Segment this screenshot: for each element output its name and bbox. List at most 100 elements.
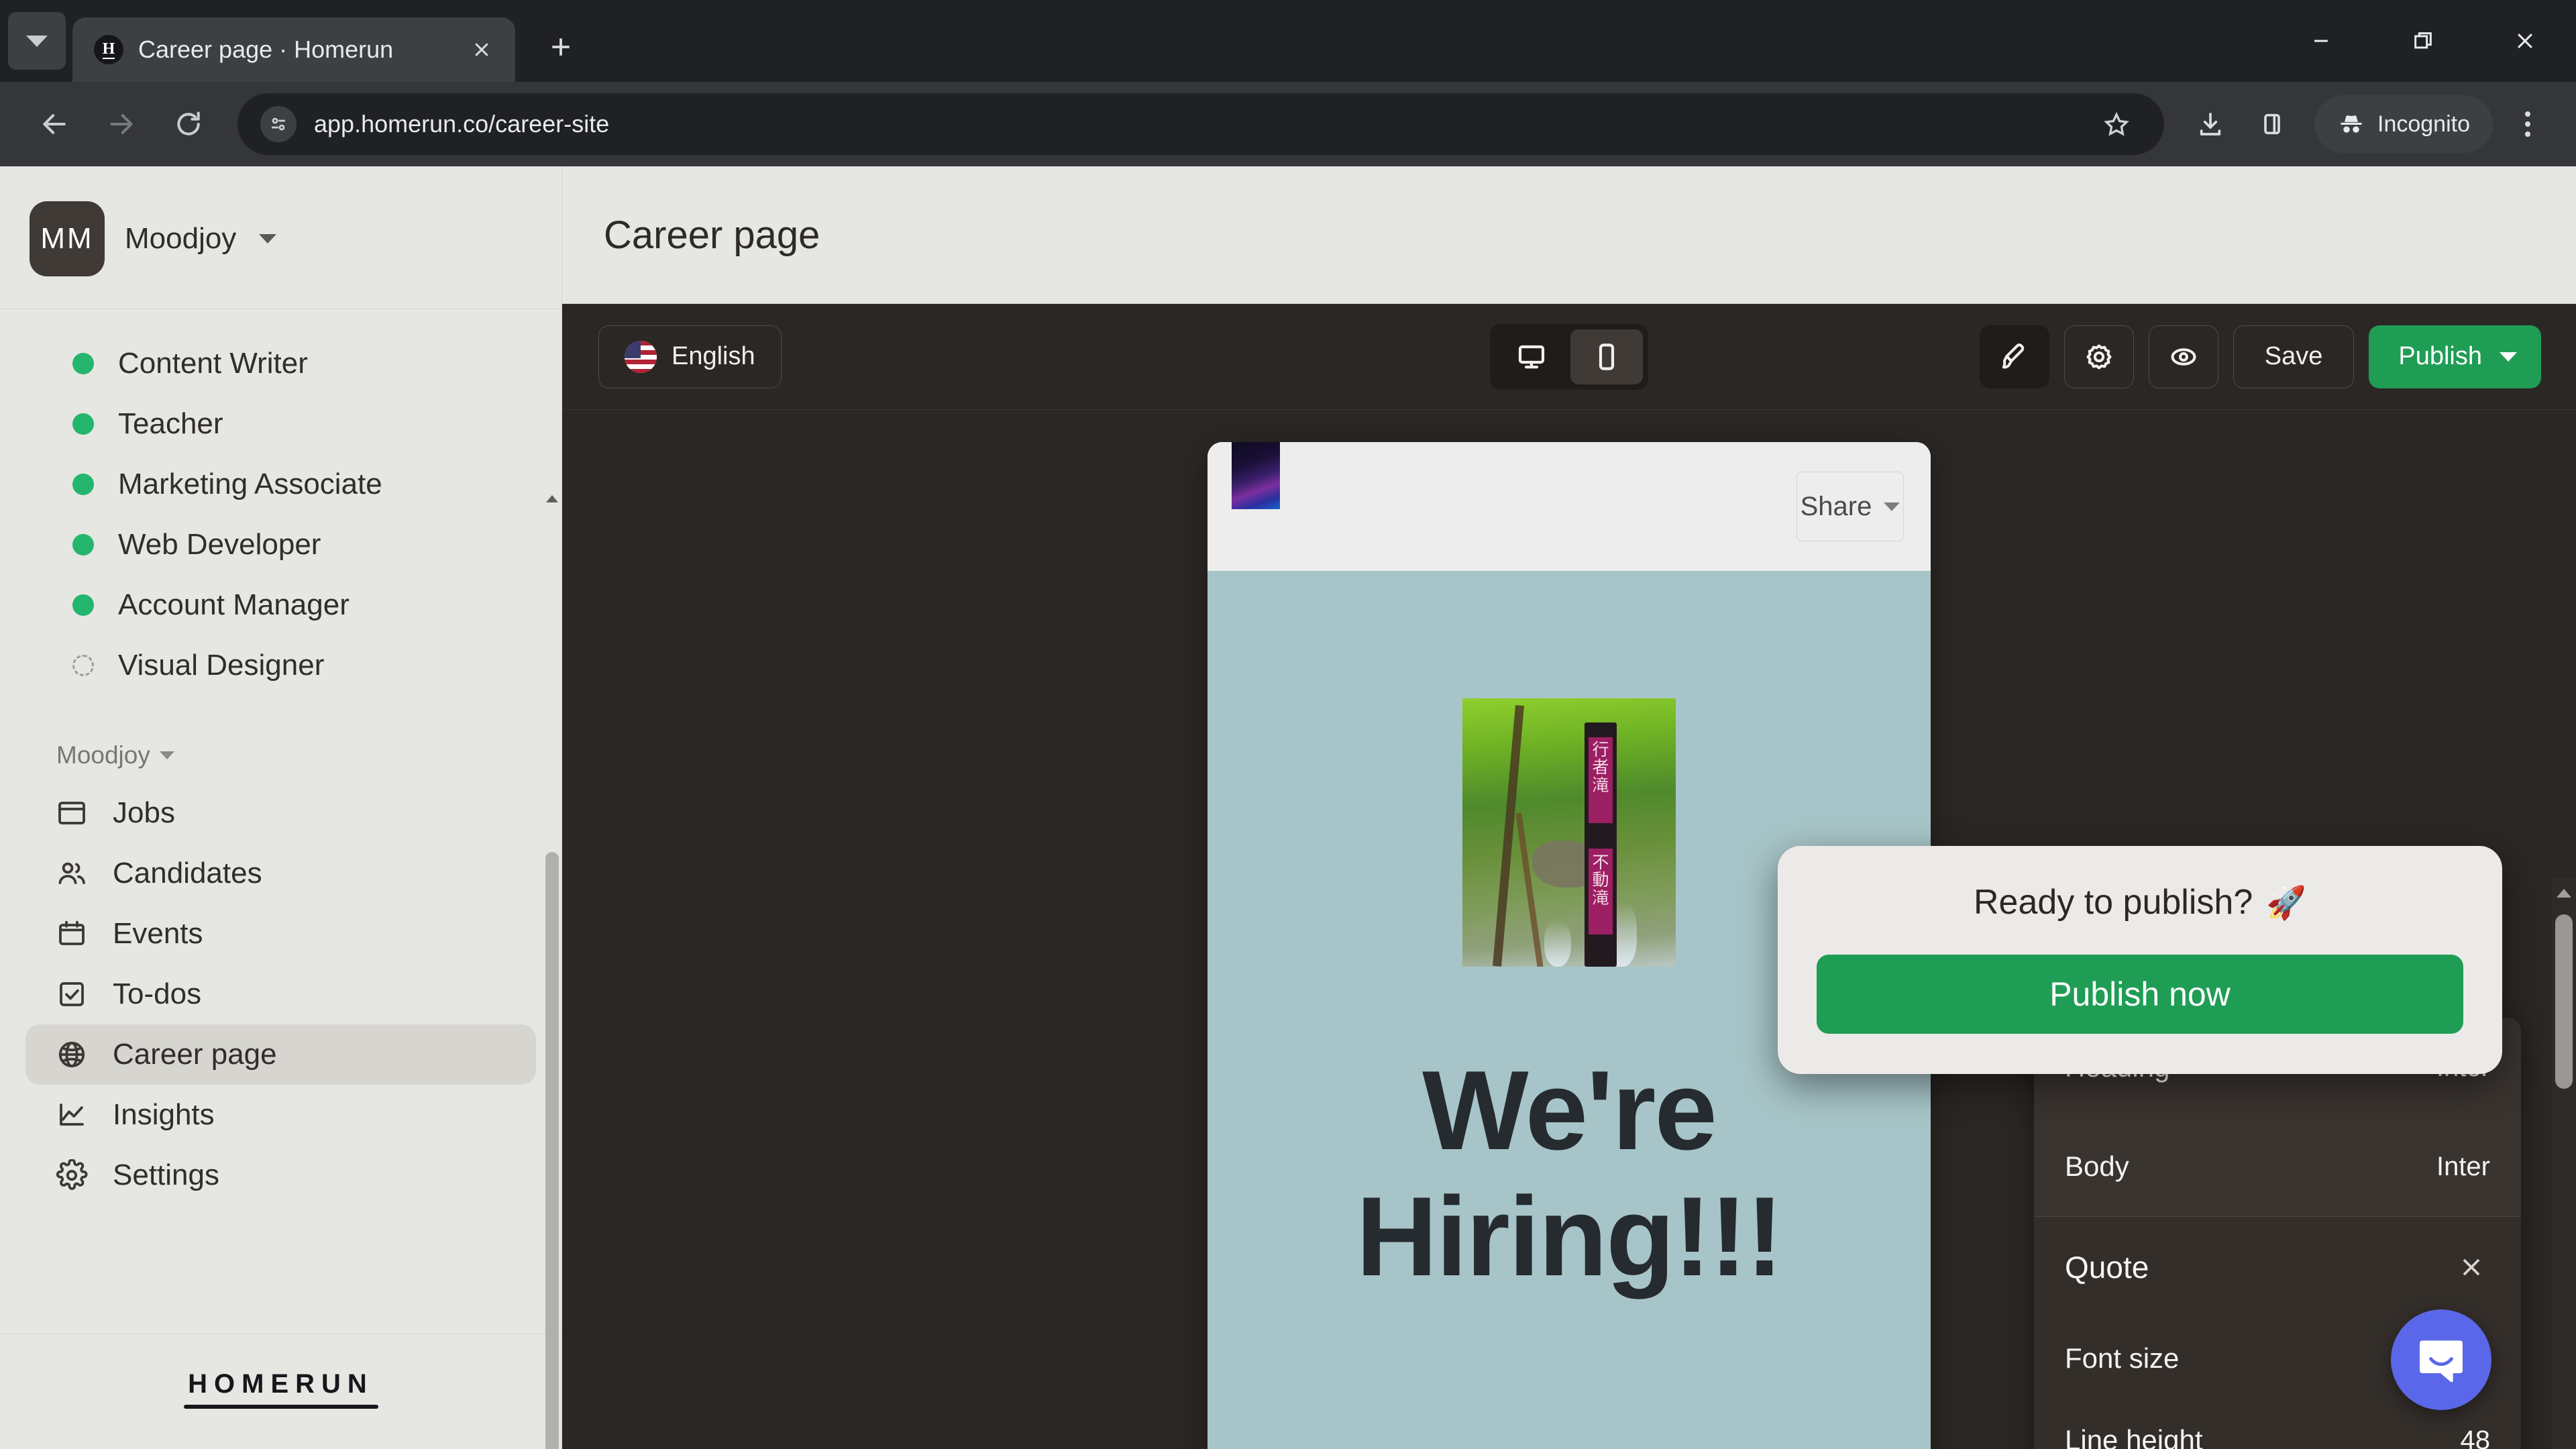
avatar-initials: MM bbox=[40, 222, 94, 255]
workspace-switcher[interactable]: MM Moodjoy bbox=[0, 166, 561, 309]
window-controls bbox=[2270, 0, 2576, 82]
sidebar-item-visual-designer[interactable]: Visual Designer bbox=[0, 635, 561, 696]
sidebar-item-settings[interactable]: Settings bbox=[25, 1145, 536, 1205]
job-label: Teacher bbox=[118, 407, 223, 440]
sidebar-item-teacher[interactable]: Teacher bbox=[0, 394, 561, 454]
gear-icon bbox=[54, 1157, 90, 1193]
chevron-down-glyph bbox=[26, 35, 48, 47]
sidebar-item-web-developer[interactable]: Web Developer bbox=[0, 515, 561, 575]
status-dot-draft bbox=[72, 655, 94, 676]
publish-now-button[interactable]: Publish now bbox=[1817, 955, 2463, 1034]
sidebar-nav: Jobs Candidates Events To-dos Career pag… bbox=[0, 783, 561, 1205]
language-selector[interactable]: English bbox=[598, 325, 782, 388]
status-dot bbox=[72, 413, 94, 435]
bookmark-star-icon[interactable] bbox=[2092, 99, 2141, 149]
nav-label: Settings bbox=[113, 1159, 219, 1191]
desktop-icon bbox=[1518, 345, 1545, 368]
sidebar-item-account-manager[interactable]: Account Manager bbox=[0, 575, 561, 635]
job-label: Content Writer bbox=[118, 347, 308, 380]
new-tab-icon[interactable] bbox=[533, 19, 589, 75]
sidebar-item-candidates[interactable]: Candidates bbox=[25, 843, 536, 904]
logo-underline bbox=[183, 1405, 378, 1409]
sidebar-item-marketing-associate[interactable]: Marketing Associate bbox=[0, 454, 561, 515]
preview-button[interactable] bbox=[2148, 325, 2218, 388]
preview-headline: We're Hiring!!! bbox=[1208, 1047, 1931, 1299]
status-dot bbox=[72, 474, 94, 495]
chevron-down-icon bbox=[2500, 352, 2517, 362]
browser-menu-icon[interactable] bbox=[2502, 95, 2553, 153]
minimize-window-icon[interactable] bbox=[2270, 0, 2372, 82]
nav-label: Insights bbox=[113, 1098, 215, 1131]
intercom-chat-button[interactable] bbox=[2391, 1309, 2491, 1410]
sidebar-item-events[interactable]: Events bbox=[25, 904, 536, 964]
brush-icon bbox=[2002, 343, 2024, 368]
job-label: Account Manager bbox=[118, 588, 350, 621]
nav-label: To-dos bbox=[113, 977, 202, 1010]
editor-toolbar: English Save Publish bbox=[562, 304, 2576, 410]
incognito-profile-pill[interactable]: Incognito bbox=[2314, 95, 2493, 153]
scrollbar-thumb[interactable] bbox=[2555, 914, 2573, 1089]
incognito-label: Incognito bbox=[2377, 111, 2470, 137]
theme-brush-button[interactable] bbox=[1979, 325, 2049, 388]
tab-title: Career page · Homerun bbox=[138, 36, 394, 63]
browser-icon bbox=[54, 795, 90, 831]
homerun-favicon: H bbox=[94, 35, 123, 64]
sidebar-item-to-dos[interactable]: To-dos bbox=[25, 964, 536, 1024]
back-icon[interactable] bbox=[23, 93, 86, 156]
scrollbar-track[interactable] bbox=[543, 510, 561, 1449]
setting-row-body[interactable]: Body Inter bbox=[2034, 1117, 2521, 1216]
site-settings-icon[interactable] bbox=[260, 106, 297, 142]
eye-icon bbox=[2171, 347, 2196, 366]
homerun-logo-text: HOMERUN bbox=[188, 1369, 374, 1399]
address-bar[interactable]: app.homerun.co/career-site bbox=[237, 93, 2164, 155]
calendar-icon bbox=[54, 916, 90, 952]
popover-title-row: Ready to publish? 🚀 bbox=[1817, 882, 2463, 922]
headline-line-2: Hiring!!! bbox=[1356, 1173, 1783, 1300]
setting-label: Line height bbox=[2065, 1424, 2203, 1449]
sidebar-item-content-writer[interactable]: Content Writer bbox=[0, 333, 561, 394]
sidebar-item-jobs[interactable]: Jobs bbox=[25, 783, 536, 843]
maximize-window-icon[interactable] bbox=[2372, 0, 2474, 82]
workspace-name: Moodjoy bbox=[125, 222, 237, 255]
downloads-icon[interactable] bbox=[2182, 95, 2239, 153]
chat-bubble-icon bbox=[2420, 1340, 2463, 1383]
sidebar-scrollbar[interactable] bbox=[543, 487, 561, 1449]
forward-icon[interactable] bbox=[90, 93, 153, 156]
sidebar-item-career-page[interactable]: Career page bbox=[25, 1024, 536, 1085]
scrollbar-track[interactable] bbox=[2552, 908, 2576, 1449]
sidebar-item-insights[interactable]: Insights bbox=[25, 1085, 536, 1145]
desktop-view-button[interactable] bbox=[1495, 329, 1568, 384]
scroll-up-arrow-icon[interactable] bbox=[2552, 878, 2576, 908]
job-label: Web Developer bbox=[118, 528, 321, 561]
section-label-text: Moodjoy bbox=[56, 741, 150, 769]
close-tab-icon[interactable] bbox=[463, 31, 500, 68]
job-list: Content Writer Teacher Marketing Associa… bbox=[0, 309, 561, 696]
publish-popover: Ready to publish? 🚀 Publish now bbox=[1778, 846, 2502, 1074]
sign-text-top: 行者滝 bbox=[1592, 740, 1609, 795]
scroll-up-arrow-icon[interactable] bbox=[543, 487, 561, 510]
nav-label: Candidates bbox=[113, 857, 262, 890]
canvas-scrollbar[interactable] bbox=[2552, 878, 2576, 1449]
sign-text-bottom: 不動滝 bbox=[1592, 853, 1609, 908]
nav-label: Events bbox=[113, 917, 203, 950]
share-dropdown[interactable]: Share bbox=[1796, 472, 1904, 541]
sidebar-section-header[interactable]: Moodjoy bbox=[0, 696, 561, 783]
incognito-icon bbox=[2341, 115, 2362, 133]
close-icon[interactable] bbox=[2453, 1248, 2490, 1286]
save-button[interactable]: Save bbox=[2233, 325, 2355, 388]
browser-tab[interactable]: H Career page · Homerun bbox=[72, 17, 515, 82]
sidebar-footer: HOMERUN bbox=[0, 1334, 561, 1449]
scrollbar-thumb[interactable] bbox=[545, 852, 559, 1449]
reload-icon[interactable] bbox=[157, 93, 220, 156]
side-panel-icon[interactable] bbox=[2243, 95, 2301, 153]
tab-search-chevron-down-icon[interactable] bbox=[8, 12, 66, 70]
settings-button[interactable] bbox=[2063, 325, 2134, 388]
url-text: app.homerun.co/career-site bbox=[314, 110, 610, 138]
gear-icon bbox=[2086, 344, 2112, 369]
close-window-icon[interactable] bbox=[2474, 0, 2576, 82]
globe-icon bbox=[54, 1036, 90, 1073]
quote-section-header: Quote bbox=[2034, 1217, 2521, 1318]
mobile-view-button[interactable] bbox=[1570, 329, 1643, 384]
publish-button[interactable]: Publish bbox=[2369, 325, 2541, 388]
job-label: Marketing Associate bbox=[118, 468, 382, 500]
